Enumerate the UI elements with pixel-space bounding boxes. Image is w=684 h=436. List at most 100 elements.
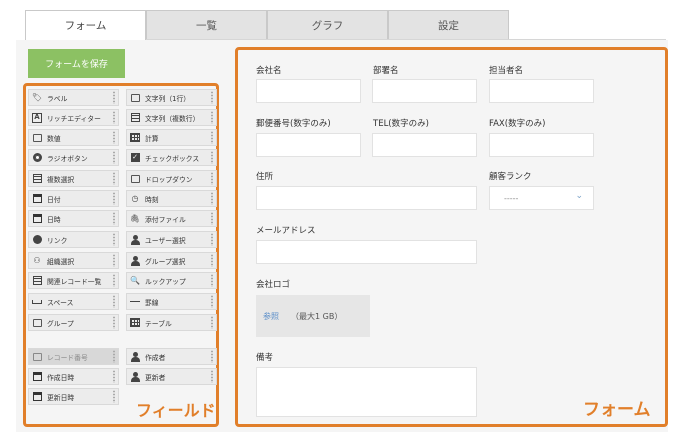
browse-link[interactable]: 参照 [263,311,279,322]
palette-item-updated-datetime[interactable]: 更新日時 [28,388,119,405]
palette-item-time[interactable]: ◷ 時刻 [126,190,217,207]
palette-item-rich-editor[interactable]: A リッチエディター [28,109,119,126]
palette-item-multi-select[interactable]: 複数選択 [28,170,119,187]
palette-item-border[interactable]: 罫線 [126,293,217,310]
palette-item-space[interactable]: スペース [28,293,119,310]
palette-item-attachment[interactable]: 🖇 添付ファイル [126,210,217,227]
drag-handle[interactable] [112,192,116,205]
tab-graph[interactable]: グラフ [267,10,388,40]
drag-handle[interactable] [112,131,116,144]
drag-handle[interactable] [210,316,214,329]
company-name-field[interactable] [256,79,361,103]
calculator-icon [130,133,140,143]
save-form-button[interactable]: フォームを保存 [28,49,125,78]
department-field[interactable] [372,79,477,103]
company-logo-upload: 参照 （最大1 GB） [256,295,370,337]
creator-icon [130,351,140,362]
drag-handle[interactable] [112,172,116,185]
palette-item-link[interactable]: リンク [28,231,119,248]
palette-item-creator[interactable]: 作成者 [126,348,217,365]
palette-item-number[interactable]: 数値 [28,129,119,146]
lookup-icon: 🔍 [130,275,140,285]
drag-handle[interactable] [210,91,214,104]
fax-field[interactable] [489,133,594,157]
calendar-icon [32,194,42,204]
palette-item-multi-line-text[interactable]: 文字列（複数行） [126,109,217,126]
palette-item-dropdown[interactable]: ドロップダウン [126,170,217,187]
drag-handle[interactable] [112,274,116,287]
table-icon [130,318,140,328]
tab-list[interactable]: 一覧 [146,10,267,40]
palette-item-created-datetime[interactable]: 作成日時 [28,368,119,385]
drag-handle[interactable] [112,370,116,383]
palette-item-user-select[interactable]: ユーザー選択 [126,231,217,248]
palette-item-table[interactable]: テーブル [126,314,217,331]
drag-handle[interactable] [112,91,116,104]
drag-handle[interactable] [210,111,214,124]
palette-item-org-select[interactable]: ⚇ 組織選択 [28,252,119,269]
department-label: 部署名 [373,66,399,76]
form-canvas-caption: フォーム [583,400,651,420]
palette-item-updater[interactable]: 更新者 [126,368,217,385]
drag-handle[interactable] [210,254,214,267]
drag-handle [112,350,116,363]
drag-handle[interactable] [112,390,116,403]
palette-item-calc[interactable]: 計算 [126,129,217,146]
single-line-text-icon [130,93,140,103]
person-field[interactable] [489,79,594,103]
palette-item-single-line-text[interactable]: 文字列（1行） [126,89,217,106]
palette-item-group-select[interactable]: グループ選択 [126,252,217,269]
drag-handle[interactable] [210,131,214,144]
palette-item-record-number: レコード番号 [28,348,119,365]
attachment-icon: 🖇 [129,213,141,223]
postal-code-label: 郵便番号(数字のみ) [256,119,331,129]
notes-field[interactable] [256,367,477,417]
email-label: メールアドレス [256,226,316,236]
drag-handle[interactable] [210,151,214,164]
palette-item-date[interactable]: 日付 [28,190,119,207]
drag-handle[interactable] [210,212,214,225]
group-field-icon [32,318,42,328]
palette-item-label[interactable]: 🏷 ラベル [28,89,119,106]
drag-handle[interactable] [210,295,214,308]
drag-handle[interactable] [112,295,116,308]
tab-settings[interactable]: 設定 [388,10,509,40]
user-icon [130,234,140,245]
palette-item-datetime[interactable]: 日時 [28,210,119,227]
drag-handle[interactable] [210,350,214,363]
tab-bar: フォーム 一覧 グラフ 設定 [25,10,509,40]
drag-handle[interactable] [112,254,116,267]
tab-divider [146,39,666,40]
drag-handle[interactable] [112,151,116,164]
drag-handle[interactable] [210,192,214,205]
company-logo-label: 会社ロゴ [256,280,291,290]
border-line-icon [130,297,140,307]
email-field[interactable] [256,240,477,264]
drag-handle[interactable] [210,370,214,383]
palette-item-lookup[interactable]: 🔍 ルックアップ [126,272,217,289]
checkbox-icon: ✓ [130,153,140,162]
address-field[interactable] [256,186,477,210]
drag-handle[interactable] [210,233,214,246]
customer-rank-dropdown[interactable]: ----- ⌄ [489,186,594,210]
palette-item-checkbox[interactable]: ✓ チェックボックス [126,149,217,166]
tab-form[interactable]: フォーム [25,10,146,40]
related-records-icon [32,276,42,286]
postal-code-field[interactable] [256,133,361,157]
tel-label: TEL(数字のみ) [373,119,429,129]
record-number-icon [32,352,42,362]
fax-label: FAX(数字のみ) [489,119,546,129]
address-label: 住所 [256,172,274,182]
drag-handle[interactable] [112,233,116,246]
tag-icon: 🏷 [31,92,43,102]
company-name-label: 会社名 [256,66,282,76]
drag-handle[interactable] [112,316,116,329]
tel-field[interactable] [372,133,477,157]
drag-handle[interactable] [210,274,214,287]
drag-handle[interactable] [112,111,116,124]
palette-item-radio[interactable]: ラジオボタン [28,149,119,166]
palette-item-related-records[interactable]: 関連レコード一覧 [28,272,119,289]
drag-handle[interactable] [112,212,116,225]
drag-handle[interactable] [210,172,214,185]
palette-item-group[interactable]: グループ [28,314,119,331]
